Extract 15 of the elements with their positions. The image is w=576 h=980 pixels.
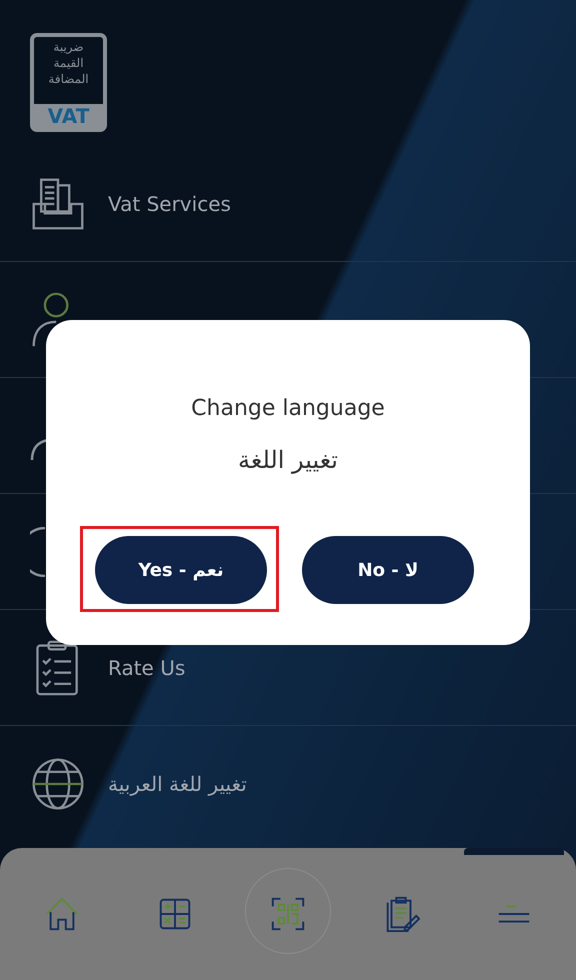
logo-text: ضريبة (53, 39, 84, 55)
globe-icon (30, 756, 86, 812)
qr-code-icon (269, 895, 307, 933)
menu-item[interactable]: Vat Services (108, 192, 231, 216)
dialog-title: Change language (191, 395, 385, 423)
inbox-tray-icon (30, 176, 86, 232)
logo-text: المضافة (48, 71, 89, 87)
home-icon (43, 895, 81, 933)
logo-text: القيمة (53, 55, 84, 71)
dialog-subtitle: تغيير اللغة (238, 445, 338, 476)
logo-badge: VAT (34, 104, 103, 128)
dialog-button[interactable]: Yes - نعم (95, 536, 267, 604)
menu-item[interactable]: تغيير للغة العربية (108, 772, 247, 796)
menu-item[interactable]: Rate Us (108, 656, 186, 680)
dialog-button[interactable]: No - لا (302, 536, 474, 604)
